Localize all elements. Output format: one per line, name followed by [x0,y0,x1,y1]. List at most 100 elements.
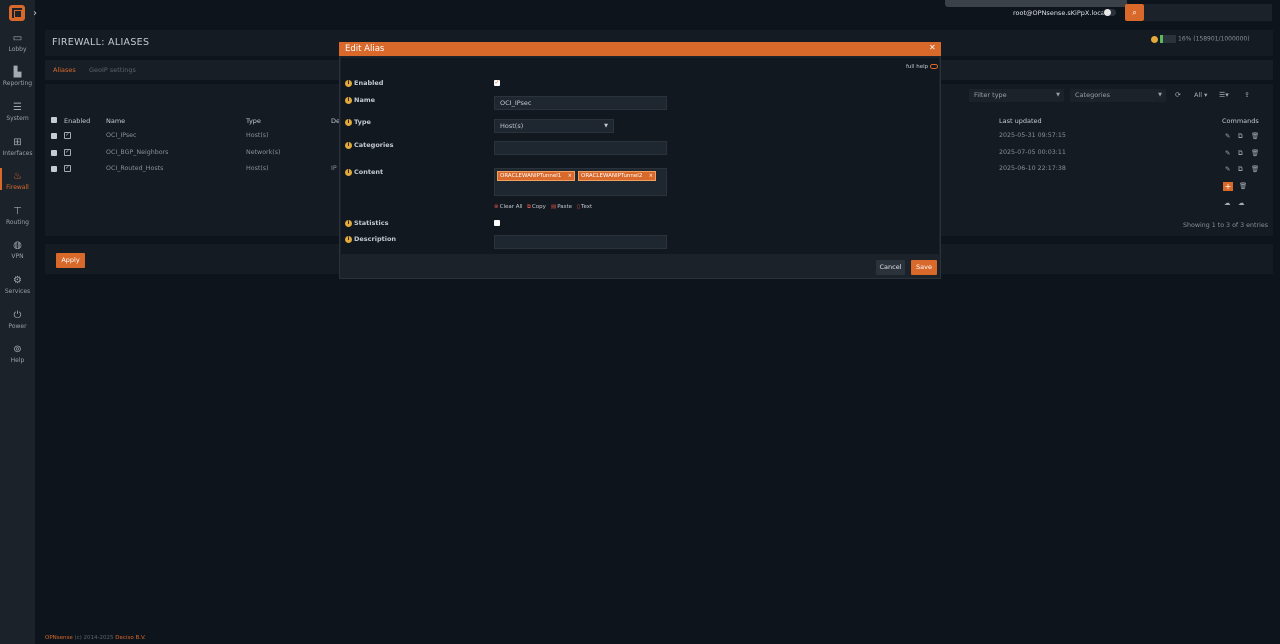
categories-select[interactable]: Categories ▼ [1070,89,1166,102]
info-icon[interactable]: i [345,219,352,227]
info-icon[interactable]: i [345,96,352,104]
sidebar-item-interfaces[interactable]: ⊞ Interfaces [0,137,35,157]
sidebar-item-label: Lobby [8,46,27,53]
save-button[interactable]: Save [911,260,937,275]
copy-icon[interactable]: ⧉ [1238,132,1243,141]
clear-all-button[interactable]: ⊗Clear All [494,204,523,210]
remove-tag-icon[interactable]: × [649,172,653,180]
delete-trash-icon[interactable]: 🗑 [1251,149,1259,157]
copy-button[interactable]: ⧉Copy [527,204,546,211]
rows-per-page-select[interactable]: All ▾ [1194,91,1207,99]
sidebar-item-label: Reporting [2,80,33,87]
enabled-checkbox[interactable]: ✓ [494,80,500,86]
sidebar-toggle-chevron-icon[interactable]: › [33,8,37,19]
edit-pencil-icon[interactable]: ✎ [1225,132,1230,140]
sidebar-item-routing[interactable]: ⊤ Routing [0,206,35,226]
toggle-icon [929,64,938,69]
tab-geoip-settings[interactable]: GeoIP settings [89,66,136,74]
tab-aliases[interactable]: Aliases [53,66,76,74]
footer-product-link[interactable]: OPNsense [45,635,73,641]
cloud-upload-icon[interactable]: ☁ [1238,199,1245,207]
row-type: Host(s) [246,165,269,172]
edit-pencil-icon[interactable]: ✎ [1225,165,1230,173]
delete-trash-icon[interactable]: 🗑 [1251,132,1259,140]
row-select-checkbox[interactable] [51,133,57,139]
close-icon[interactable]: ✕ [929,43,936,52]
filter-type-select[interactable]: Filter type ▼ [969,89,1064,102]
row-select-checkbox[interactable] [51,166,57,172]
sidebar-item-label: Firewall [6,184,29,191]
field-label-name: i Name [345,96,375,104]
delete-selected-trash-icon[interactable]: 🗑 [1239,182,1247,190]
column-header-last-updated[interactable]: Last updated [999,117,1042,125]
cancel-button[interactable]: Cancel [876,260,905,275]
info-icon[interactable]: i [345,141,352,149]
user-menu[interactable]: root@OPNsense.sKiPpX.local [1013,9,1107,17]
content-tag[interactable]: ORACLEWANIPTunnel1 × [497,171,575,181]
row-type: Network(s) [246,149,281,156]
remove-tag-icon[interactable]: × [568,172,572,180]
globe-icon: ◍ [13,240,22,251]
sidebar-item-services[interactable]: ⚙ Services [0,275,35,295]
sidebar-item-vpn[interactable]: ◍ VPN [0,240,35,260]
refresh-icon[interactable]: ⟳ [1175,91,1181,99]
copy-icon[interactable]: ⧉ [1238,149,1243,158]
sidebar-item-reporting[interactable]: ▙ Reporting [0,67,35,87]
columns-list-icon[interactable]: ☰▾ [1219,91,1229,99]
caret-down-icon: ▼ [604,123,608,129]
row-enabled-checkbox[interactable]: ✓ [64,165,71,172]
search-input[interactable] [1144,4,1272,21]
categories-input[interactable] [494,141,667,155]
dialog-body [341,58,939,254]
apply-button[interactable]: Apply [56,253,85,268]
plug-icon: ⏻ [13,310,22,321]
row-enabled-checkbox[interactable]: ✓ [64,132,71,139]
add-alias-button[interactable]: + [1223,182,1233,191]
row-enabled-checkbox[interactable]: ✓ [64,149,71,156]
sidebar-item-help[interactable]: ⊚ Help [0,344,35,364]
plus-icon: + [1224,182,1232,191]
sidebar-item-system[interactable]: ☰ System [0,102,35,122]
info-icon[interactable] [1151,35,1158,43]
column-header-type[interactable]: Type [246,117,261,125]
footer-company-link[interactable]: Deciso B.V. [115,635,145,641]
export-icon[interactable]: ⇪ [1244,91,1250,99]
select-all-checkbox[interactable] [51,117,57,123]
content-tag[interactable]: ORACLEWANIPTunnel2 × [578,171,656,181]
field-label-description: i Description [345,235,396,243]
column-header-name[interactable]: Name [106,117,125,125]
theme-toggle[interactable] [1103,9,1116,16]
full-help-toggle[interactable]: full help [906,64,938,70]
sidebar-item-power[interactable]: ⏻ Power [0,310,35,330]
caret-down-icon: ▼ [1056,92,1060,98]
row-description: IP [331,165,337,172]
copy-icon[interactable]: ⧉ [1238,165,1243,174]
text-button[interactable]: ▯Text [577,204,592,210]
sidebar-item-firewall[interactable]: ♨ Firewall [0,168,35,191]
paste-button[interactable]: ▤Paste [551,204,572,210]
name-input[interactable]: OCI_IPsec [494,96,667,110]
edit-pencil-icon[interactable]: ✎ [1225,149,1230,157]
chart-icon: ▙ [13,67,22,78]
info-icon[interactable]: i [345,118,352,126]
column-header-enabled[interactable]: Enabled [64,117,90,125]
statistics-checkbox[interactable] [494,220,500,226]
page-title: FIREWALL: ALIASES [52,37,150,48]
info-icon[interactable]: i [345,235,352,243]
state-table-usage: 16% (158901/1000000) [1151,35,1250,43]
cloud-download-icon[interactable]: ☁ [1224,199,1231,207]
description-input[interactable] [494,235,667,249]
info-icon[interactable]: i [345,168,352,176]
opnsense-logo[interactable] [9,5,25,21]
search-button[interactable]: ⌕ [1125,4,1144,21]
caret-down-icon: ▼ [1158,92,1162,98]
table-status: Showing 1 to 3 of 3 entries [1183,222,1268,229]
network-icon: ⊞ [13,137,22,148]
copy-icon: ⧉ [527,204,531,210]
row-select-checkbox[interactable] [51,150,57,156]
info-icon[interactable]: i [345,79,352,87]
delete-trash-icon[interactable]: 🗑 [1251,165,1259,173]
sidebar-item-lobby[interactable]: ▭ Lobby [0,33,35,53]
footer: OPNsense (c) 2014-2025 Deciso B.V. [45,635,146,641]
type-select[interactable]: Host(s) ▼ [494,119,614,133]
